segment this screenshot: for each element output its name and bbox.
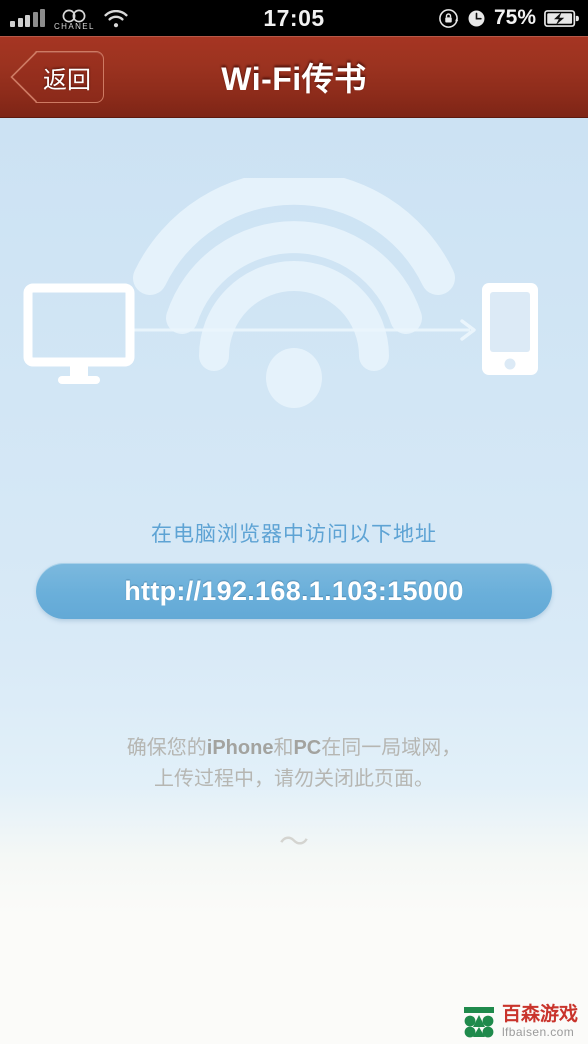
hint-text: 确保您的iPhone和PC在同一局域网， 上传过程中，请勿关闭此页面。 (0, 733, 588, 795)
status-bar: CHANEL 17:05 75% (0, 0, 588, 36)
status-bar-clock: 17:05 (263, 4, 325, 31)
watermark: 百森游戏 lfbaisen.com (462, 1005, 578, 1038)
hint-line1-pc: PC (293, 737, 322, 759)
wave-decoration: 〜 (279, 826, 309, 859)
baisen-logo-icon (463, 1006, 494, 1037)
hint-line-2: 上传过程中，请勿关闭此页面。 (154, 768, 434, 790)
watermark-name: 百森游戏 (501, 1004, 578, 1025)
rotation-lock-icon (439, 8, 459, 28)
instruction-label: 在电脑浏览器中访问以下地址 (151, 523, 437, 546)
hint-line1-part2: 和 (273, 737, 294, 759)
hint-line1-part3: 在同一局域网， (321, 737, 462, 759)
battery-percent-label: 75% (493, 6, 536, 29)
phone-screen: CHANEL 17:05 75% Wi-Fi传书 返回 在电脑浏览器中访问以下地… (0, 0, 588, 1044)
hint-line1-iphone: iPhone (206, 737, 274, 759)
hint-line-1: 确保您的iPhone和PC在同一局域网， (0, 733, 588, 764)
wifi-waves-icon (133, 178, 455, 408)
smartphone-icon (482, 283, 538, 375)
hint-line1-part1: 确保您的 (126, 737, 207, 759)
wifi-transfer-illustration (23, 178, 538, 408)
back-button-label: 返回 (43, 66, 91, 94)
watermark-texts: 百森游戏 lfbaisen.com (502, 1005, 578, 1038)
watermark-site: lfbaisen.com (501, 1025, 575, 1039)
status-bar-right: 75% (438, 0, 580, 36)
content-area: 在电脑浏览器中访问以下地址 http://192.168.1.103:15000… (0, 118, 588, 1044)
battery-charging-icon (544, 9, 579, 27)
navigation-bar: Wi-Fi传书 返回 (0, 36, 588, 118)
alarm-clock-icon (468, 10, 485, 26)
server-url-button[interactable]: http://192.168.1.103:15000 (36, 563, 552, 619)
server-url-text: http://192.168.1.103:15000 (124, 575, 464, 606)
desktop-monitor-icon (23, 283, 135, 384)
